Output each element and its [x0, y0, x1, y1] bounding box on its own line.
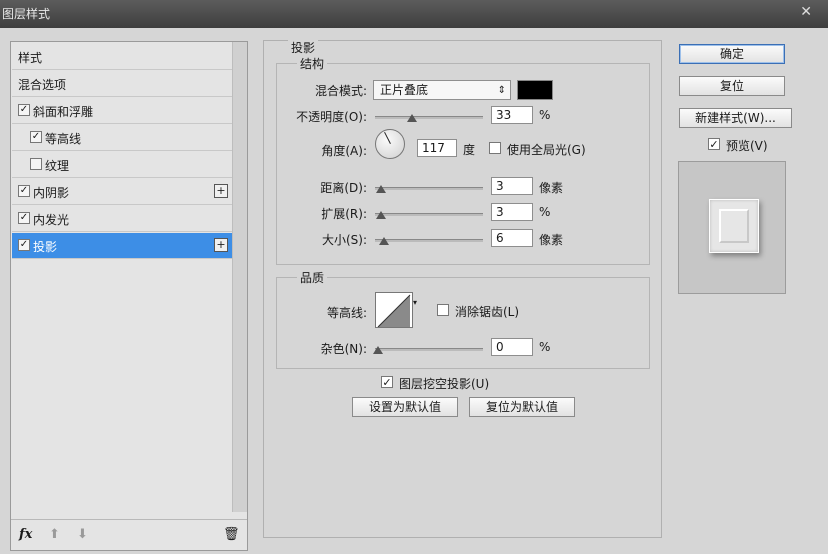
- texture-checkbox[interactable]: [30, 158, 42, 170]
- styles-list-scrollbar[interactable]: [232, 42, 247, 512]
- spread-label: 扩展(R):: [321, 207, 367, 221]
- opacity-label: 不透明度(O):: [296, 110, 367, 124]
- preview-inner-frame: [719, 209, 749, 243]
- styles-header-label: 样式: [18, 51, 43, 65]
- styles-header[interactable]: 样式: [12, 44, 232, 70]
- bevel-emboss-checkbox[interactable]: ✓: [18, 104, 30, 116]
- blend-mode-label: 混合模式:: [314, 84, 367, 98]
- angle-unit: 度: [463, 143, 476, 157]
- style-item-drop-shadow[interactable]: ✓ 投影 +: [12, 233, 232, 259]
- opacity-slider[interactable]: [375, 116, 483, 119]
- drop-shadow-checkbox[interactable]: ✓: [18, 239, 30, 251]
- knockout-label: 图层挖空投影(U): [399, 377, 490, 391]
- distance-input[interactable]: 3: [491, 177, 533, 195]
- window-title: 图层样式: [2, 7, 51, 21]
- inner-glow-checkbox[interactable]: ✓: [18, 212, 30, 224]
- ok-button[interactable]: 确定: [679, 44, 785, 64]
- layer-style-dialog: 样式 混合选项 ✓ 斜面和浮雕 ✓ 等高线 纹理 ✓ 内阴影 + ✓ 内发光 ✓…: [0, 28, 828, 554]
- spread-slider-thumb[interactable]: [376, 211, 386, 219]
- contour-dropdown-icon[interactable]: ▾: [413, 298, 417, 307]
- global-light-checkbox[interactable]: [489, 142, 501, 154]
- add-inner-shadow-icon[interactable]: +: [214, 184, 228, 198]
- drop-shadow-panel: 投影 结构 混合模式: 正片叠底 ⇕ 不透明度(O): 33 % 角度(A): …: [263, 39, 662, 538]
- style-preview: [678, 161, 786, 294]
- preview-checkbox[interactable]: ✓: [708, 138, 720, 150]
- style-item-label: 混合选项: [18, 78, 67, 92]
- spread-slider[interactable]: [375, 213, 483, 216]
- noise-unit: %: [539, 340, 551, 354]
- size-unit: 像素: [539, 233, 564, 247]
- global-light-label: 使用全局光(G): [507, 143, 586, 157]
- noise-slider[interactable]: [375, 348, 483, 351]
- title-bar: 图层样式 ✕: [0, 0, 828, 28]
- contour-label: 等高线:: [326, 306, 367, 320]
- add-drop-shadow-icon[interactable]: +: [214, 238, 228, 252]
- contour-curve-icon: [377, 294, 411, 327]
- distance-unit: 像素: [539, 181, 564, 195]
- panel-title: 投影: [288, 39, 319, 56]
- new-style-button[interactable]: 新建样式(W)...: [679, 108, 792, 128]
- shadow-color-swatch[interactable]: [517, 80, 553, 100]
- style-item-label: 斜面和浮雕: [33, 105, 94, 119]
- quality-group: 品质 等高线: ▾ 消除锯齿(L) 杂色(N): 0 %: [276, 269, 650, 369]
- angle-dial[interactable]: [375, 129, 405, 159]
- distance-slider-thumb[interactable]: [376, 185, 386, 193]
- structure-group: 结构 混合模式: 正片叠底 ⇕ 不透明度(O): 33 % 角度(A): 117…: [276, 55, 650, 265]
- move-down-icon[interactable]: ⬇: [77, 527, 88, 542]
- style-item-contour[interactable]: ✓ 等高线: [12, 125, 232, 151]
- contour-checkbox[interactable]: ✓: [30, 131, 42, 143]
- opacity-slider-thumb[interactable]: [407, 114, 417, 122]
- structure-title: 结构: [297, 55, 328, 72]
- style-item-label: 内发光: [33, 213, 70, 227]
- style-item-bevel-emboss[interactable]: ✓ 斜面和浮雕: [12, 98, 232, 124]
- styles-list-footer: fx ⬆ ⬇ 🗑: [11, 519, 247, 550]
- distance-slider[interactable]: [375, 187, 483, 190]
- preview-label: 预览(V): [726, 139, 768, 153]
- style-item-inner-shadow[interactable]: ✓ 内阴影 +: [12, 179, 232, 205]
- blend-mode-select[interactable]: 正片叠底 ⇕: [373, 80, 511, 100]
- spread-unit: %: [539, 205, 551, 219]
- style-item-label: 等高线: [45, 132, 82, 146]
- noise-slider-thumb[interactable]: [373, 346, 383, 354]
- styles-list: 样式 混合选项 ✓ 斜面和浮雕 ✓ 等高线 纹理 ✓ 内阴影 + ✓ 内发光 ✓…: [10, 41, 248, 551]
- antialias-checkbox[interactable]: [437, 304, 449, 316]
- style-item-inner-glow[interactable]: ✓ 内发光: [12, 206, 232, 232]
- angle-needle: [384, 131, 391, 144]
- size-input[interactable]: 6: [491, 229, 533, 247]
- style-item-blending-options[interactable]: 混合选项: [12, 71, 232, 97]
- size-slider[interactable]: [375, 239, 483, 242]
- style-item-texture[interactable]: 纹理: [12, 152, 232, 178]
- opacity-unit: %: [539, 108, 551, 122]
- noise-input[interactable]: 0: [491, 338, 533, 356]
- contour-picker[interactable]: [375, 292, 413, 328]
- inner-shadow-checkbox[interactable]: ✓: [18, 185, 30, 197]
- reset-default-button[interactable]: 复位为默认值: [469, 397, 575, 417]
- chevron-updown-icon: ⇕: [497, 85, 506, 96]
- style-item-label: 纹理: [45, 159, 70, 173]
- spread-input[interactable]: 3: [491, 203, 533, 221]
- style-item-label: 投影: [33, 240, 58, 254]
- trash-icon[interactable]: 🗑: [223, 527, 240, 542]
- size-slider-thumb[interactable]: [379, 237, 389, 245]
- distance-label: 距离(D):: [320, 181, 367, 195]
- antialias-label: 消除锯齿(L): [455, 305, 520, 319]
- angle-label: 角度(A):: [321, 144, 367, 158]
- size-label: 大小(S):: [321, 233, 367, 247]
- fx-icon[interactable]: fx: [19, 527, 32, 542]
- style-item-label: 内阴影: [33, 186, 70, 200]
- close-icon[interactable]: ✕: [800, 4, 812, 20]
- noise-label: 杂色(N):: [320, 342, 367, 356]
- angle-input[interactable]: 117: [417, 139, 457, 157]
- quality-title: 品质: [297, 269, 328, 286]
- opacity-input[interactable]: 33: [491, 106, 533, 124]
- reset-button[interactable]: 复位: [679, 76, 785, 96]
- set-default-button[interactable]: 设置为默认值: [352, 397, 458, 417]
- preview-thumbnail: [709, 199, 759, 253]
- move-up-icon[interactable]: ⬆: [49, 527, 60, 542]
- knockout-checkbox[interactable]: ✓: [381, 376, 393, 388]
- blend-mode-value: 正片叠底: [380, 83, 429, 97]
